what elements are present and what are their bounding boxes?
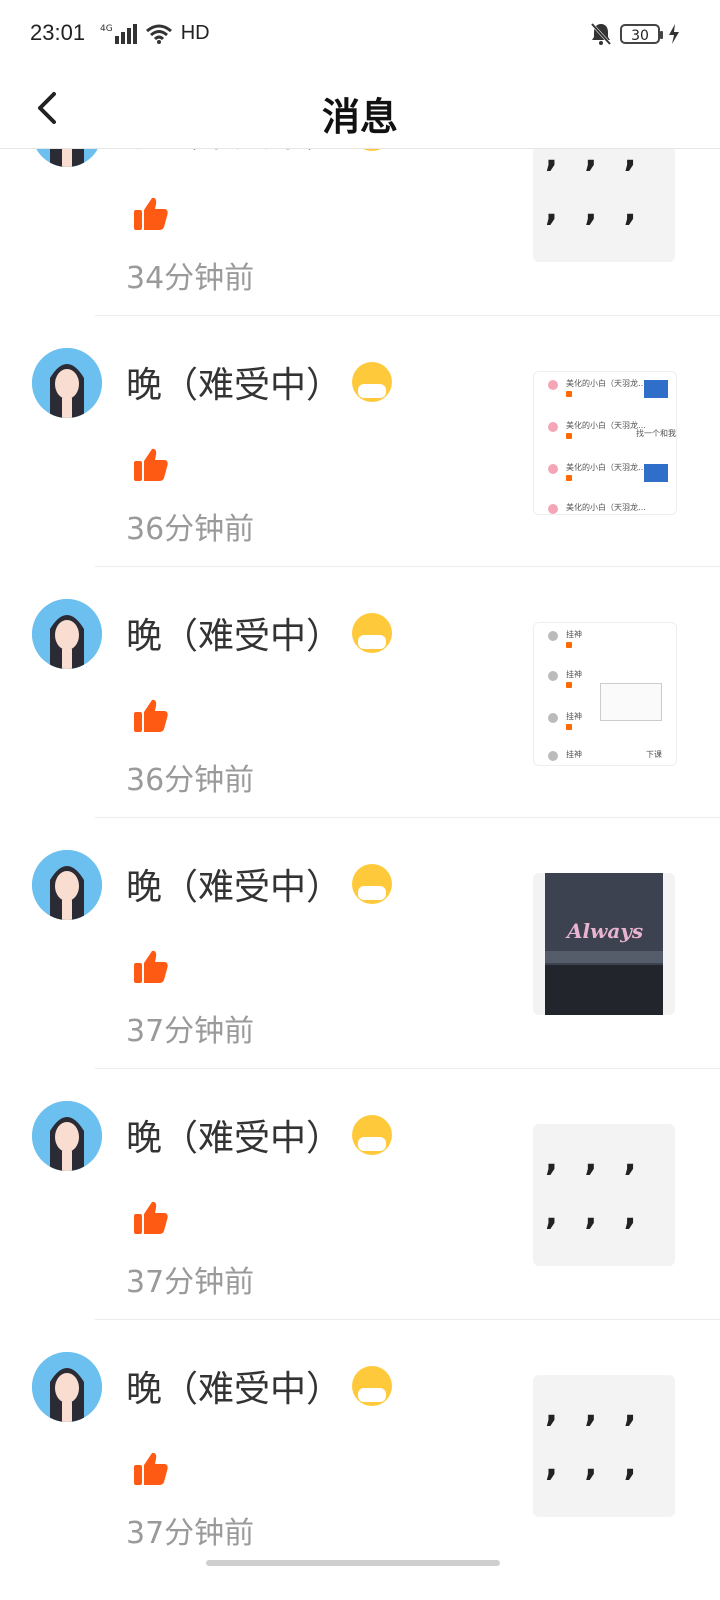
timestamp: 37分钟前	[126, 1014, 255, 1049]
avatar[interactable]	[32, 348, 102, 418]
username: 晚（难受中）	[126, 1369, 343, 1410]
timestamp: 37分钟前	[126, 1265, 255, 1300]
avatar[interactable]	[32, 1352, 102, 1422]
post-thumbnail[interactable]: ,,, ,,,	[533, 1375, 675, 1517]
comma-grid: ,,, ,,,	[545, 1139, 637, 1233]
avatar[interactable]	[32, 850, 102, 920]
status-bar: 23:01 4G HD 30	[0, 0, 720, 70]
avatar[interactable]	[32, 1101, 102, 1171]
like-icon	[134, 197, 168, 230]
comma-grid: ,,, ,,,	[545, 1390, 637, 1484]
timestamp: 36分钟前	[126, 763, 255, 798]
network-type: 4G	[100, 23, 113, 34]
mask-emoji-icon	[352, 362, 392, 402]
like-icon	[134, 699, 168, 732]
page-title: 消息	[321, 95, 398, 139]
charging-icon	[669, 24, 679, 44]
post-thumbnail[interactable]: 挂神 挂神 挂神 挂神 下课	[533, 622, 677, 766]
wifi-icon	[145, 24, 172, 44]
timestamp: 34分钟前	[126, 261, 255, 296]
post-thumbnail[interactable]: ,,, ,,,	[533, 1124, 675, 1266]
header-bar: 消息	[0, 70, 720, 149]
like-icon	[134, 1452, 168, 1485]
avatar[interactable]	[32, 599, 102, 669]
list-item[interactable]: 晚（难受中） 36分钟前 美化的小白（天羽龙… 美化的小白（天羽龙…找一个和我一…	[0, 316, 720, 567]
list-item[interactable]: 晚（难受中） 37分钟前 ,,, ,,,	[0, 1069, 720, 1320]
mask-emoji-icon	[352, 864, 392, 904]
post-thumbnail[interactable]: Always	[533, 873, 675, 1015]
screenshot-image: Always	[545, 873, 663, 1015]
status-time: 23:01	[30, 20, 86, 45]
list-item[interactable]: 晚（难受中） 37分钟前 Always	[0, 818, 720, 1069]
like-icon	[134, 1201, 168, 1234]
mute-bell-icon	[590, 22, 612, 46]
username: 晚（难受中）	[126, 1118, 343, 1159]
cellular-signal-icon: 4G	[100, 23, 137, 44]
username: 晚（难受中）	[126, 867, 343, 908]
list-item[interactable]: 晚（难受中） 37分钟前 ,,, ,,,	[0, 1320, 720, 1571]
mask-emoji-icon	[352, 1366, 392, 1406]
list-item[interactable]: 晚（难受中） 36分钟前 挂神 挂神 挂神 挂神 下课	[0, 567, 720, 818]
timestamp: 37分钟前	[126, 1516, 255, 1551]
home-indicator[interactable]	[206, 1560, 500, 1566]
post-thumbnail[interactable]: 美化的小白（天羽龙… 美化的小白（天羽龙…找一个和我一 美化的小白（天羽龙… 美…	[533, 371, 677, 515]
battery-icon: 30	[620, 24, 663, 44]
username: 晚（难受中）	[126, 616, 343, 657]
mask-emoji-icon	[352, 1115, 392, 1155]
like-icon	[134, 950, 168, 983]
timestamp: 36分钟前	[126, 512, 255, 547]
comma-grid: ,,, ,,,	[545, 135, 637, 229]
mask-emoji-icon	[352, 613, 392, 653]
username: 晚（难受中）	[126, 365, 343, 406]
like-icon	[134, 448, 168, 481]
hd-label: HD	[180, 22, 210, 44]
screenshot-overlay-text: Always	[567, 919, 644, 943]
